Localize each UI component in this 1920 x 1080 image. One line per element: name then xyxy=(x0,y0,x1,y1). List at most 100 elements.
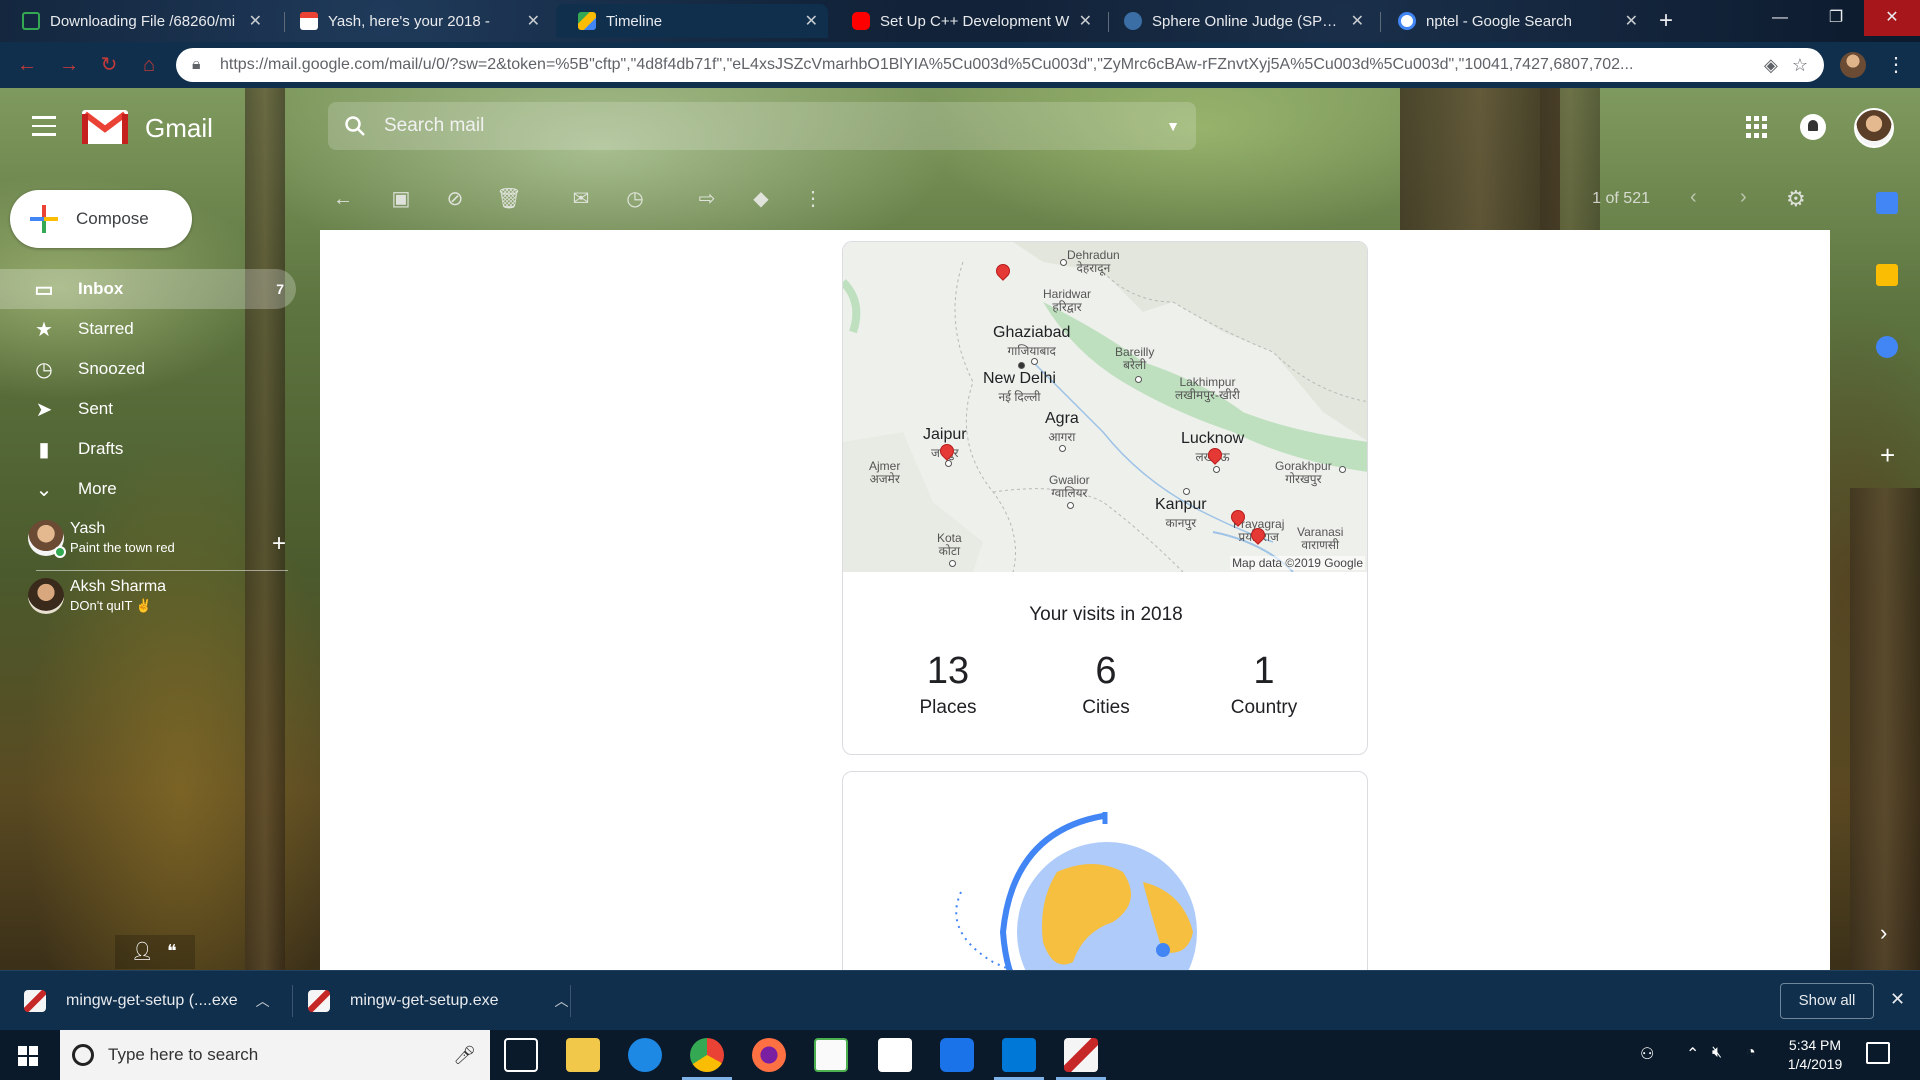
map-city-label: Kanpur कानपुर xyxy=(1155,496,1207,530)
address-bar[interactable]: 🔒︎ https://mail.google.com/mail/u/0/?sw=… xyxy=(176,48,1824,82)
sidebar-item-label: More xyxy=(78,479,117,498)
window-close-button[interactable]: ✕ xyxy=(1864,0,1920,36)
file-explorer-icon[interactable] xyxy=(566,1038,600,1072)
close-icon[interactable]: ✕ xyxy=(1079,11,1092,31)
hangout-contact[interactable]: Aksh Sharma DOn't quIT ✌ xyxy=(28,576,288,620)
close-icon[interactable]: ✕ xyxy=(249,11,262,31)
image-viewer-icon[interactable] xyxy=(814,1038,848,1072)
action-center-icon[interactable] xyxy=(1866,1042,1890,1064)
move-to-icon[interactable]: ⇨ xyxy=(694,186,720,212)
close-downloads-bar-icon[interactable]: ✕ xyxy=(1890,989,1905,1010)
close-icon[interactable]: ✕ xyxy=(805,11,818,31)
sidebar-item-starred[interactable]: ★ Starred xyxy=(0,309,296,349)
gmail-wordmark: Gmail xyxy=(145,113,213,143)
star-bookmark-icon[interactable]: ☆ xyxy=(1792,55,1808,76)
calendar-icon[interactable] xyxy=(1876,192,1898,214)
microphone-icon[interactable]: 🎤︎ xyxy=(453,1045,476,1066)
browser-tab[interactable]: nptel - Google Search ✕ xyxy=(1376,4,1648,38)
stat-value: 6 xyxy=(1095,650,1117,692)
city-dot xyxy=(1339,466,1346,473)
chevron-up-icon[interactable]: ︿ xyxy=(256,991,270,1011)
speaker-muted-icon[interactable]: 🔇︎ xyxy=(1712,1044,1722,1062)
newer-chevron-icon[interactable]: ‹ xyxy=(1690,186,1697,209)
vscode-icon[interactable] xyxy=(994,1038,1044,1080)
show-all-downloads-button[interactable]: Show all xyxy=(1780,983,1874,1019)
edge-icon[interactable] xyxy=(628,1038,662,1072)
visits-map[interactable]: Dehradun देहरादून Haridwar हरिद्वार Ghazia… xyxy=(843,242,1367,572)
forward-arrow-icon[interactable]: → xyxy=(56,52,82,78)
compose-button[interactable]: Compose xyxy=(10,190,192,248)
reload-icon[interactable]: ↻ xyxy=(96,52,122,78)
stat-value: 13 xyxy=(926,650,970,692)
new-conversation-plus-icon[interactable]: + xyxy=(272,530,286,558)
contact-name: Aksh Sharma xyxy=(70,578,167,595)
close-icon[interactable]: ✕ xyxy=(1351,11,1364,31)
browser-tab[interactable]: Sphere Online Judge (SPOJ) ✕ xyxy=(1102,4,1374,38)
contacts-person-icon[interactable]: 👤︎ xyxy=(131,941,154,962)
keep-icon[interactable] xyxy=(1876,264,1898,286)
browser-tab[interactable]: Yash, here's your 2018 - ✕ xyxy=(278,4,550,38)
gmail-logo-icon[interactable] xyxy=(82,110,128,144)
settings-gear-icon[interactable]: ⚙ xyxy=(1786,186,1806,212)
people-icon[interactable]: ⚇ xyxy=(1640,1044,1654,1064)
new-tab-button[interactable]: + xyxy=(1652,8,1680,36)
archive-icon[interactable]: ▣ xyxy=(388,186,414,212)
sync-app-icon[interactable] xyxy=(940,1038,974,1072)
sidebar-item-drafts[interactable]: ▮ Drafts xyxy=(0,429,296,469)
more-options-icon[interactable]: ⋮ xyxy=(800,186,826,212)
get-addons-plus-icon[interactable]: + xyxy=(1880,440,1895,471)
restore-button[interactable]: ❐ xyxy=(1808,0,1864,36)
task-view-icon[interactable] xyxy=(504,1038,538,1072)
sidebar-item-sent[interactable]: ➤ Sent xyxy=(0,389,296,429)
hangout-contact[interactable]: Yash Paint the town red xyxy=(28,518,288,562)
mark-unread-icon[interactable]: ✉ xyxy=(568,186,594,212)
city-dot xyxy=(1031,358,1038,365)
browser-profile-avatar[interactable] xyxy=(1840,52,1866,78)
older-chevron-icon[interactable]: › xyxy=(1740,186,1747,209)
sidebar-item-more[interactable]: ⌄ More xyxy=(0,469,296,509)
installer-app-icon[interactable] xyxy=(1056,1038,1106,1080)
browser-tab[interactable]: Set Up C++ Development W ✕ xyxy=(830,4,1102,38)
stat-value: 1 xyxy=(1253,650,1275,692)
download-item[interactable]: mingw-get-setup (....exe ︿ xyxy=(24,971,270,1031)
search-bar[interactable]: ▼ xyxy=(328,102,1196,150)
search-options-dropdown-icon[interactable]: ▼ xyxy=(1166,118,1180,134)
close-icon[interactable]: ✕ xyxy=(1625,11,1638,31)
taskbar-search-box[interactable]: Type here to search 🎤︎ xyxy=(60,1030,490,1080)
close-icon[interactable]: ✕ xyxy=(527,11,540,31)
sidebar-item-inbox[interactable]: ▭ Inbox 7 xyxy=(0,269,296,309)
minimize-button[interactable]: — xyxy=(1752,0,1808,36)
chrome-icon[interactable] xyxy=(682,1038,732,1080)
browser-tab-active[interactable]: Timeline ✕ xyxy=(556,4,828,38)
snooze-icon[interactable]: ◷ xyxy=(622,186,648,212)
account-avatar[interactable] xyxy=(1854,108,1894,148)
kebab-menu-icon[interactable]: ⋮ xyxy=(1886,52,1906,77)
plus-icon xyxy=(28,203,60,235)
wifi-icon[interactable]: ◔ xyxy=(1746,1044,1756,1062)
chevron-up-icon[interactable]: ⌃ xyxy=(1686,1044,1699,1064)
back-arrow-icon[interactable]: ← xyxy=(14,52,40,78)
home-icon[interactable]: ⌂ xyxy=(136,52,162,78)
tally-icon[interactable] xyxy=(878,1038,912,1072)
delete-icon[interactable]: 🗑︎ xyxy=(496,186,522,212)
back-to-inbox-icon[interactable]: ← xyxy=(330,186,356,212)
system-clock[interactable]: 5:34 PM 1/4/2019 xyxy=(1780,1036,1850,1074)
windows-start-icon[interactable] xyxy=(18,1046,38,1066)
label-icon[interactable]: ◆ xyxy=(748,186,774,212)
sidebar-item-snoozed[interactable]: ◷ Snoozed xyxy=(0,349,296,389)
main-menu-icon[interactable] xyxy=(32,116,56,136)
search-input[interactable] xyxy=(384,115,1167,137)
hide-eye-icon[interactable]: ◈ xyxy=(1764,55,1778,76)
google-apps-icon[interactable] xyxy=(1746,116,1768,138)
download-item[interactable]: mingw-get-setup.exe ︿ xyxy=(308,971,569,1031)
browser-tab[interactable]: Downloading File /68260/mi ✕ xyxy=(0,4,272,38)
search-icon[interactable] xyxy=(344,115,366,137)
chevron-up-icon[interactable]: ︿ xyxy=(555,991,569,1011)
report-spam-icon[interactable]: ⊘ xyxy=(442,186,468,212)
tasks-icon[interactable] xyxy=(1876,336,1898,358)
hangouts-quote-icon[interactable]: ❝ xyxy=(167,941,177,962)
url-text[interactable]: https://mail.google.com/mail/u/0/?sw=2&t… xyxy=(220,56,1750,74)
firefox-icon[interactable] xyxy=(752,1038,786,1072)
notifications-icon[interactable] xyxy=(1800,114,1826,140)
show-side-panel-chevron-icon[interactable]: › xyxy=(1880,920,1887,946)
